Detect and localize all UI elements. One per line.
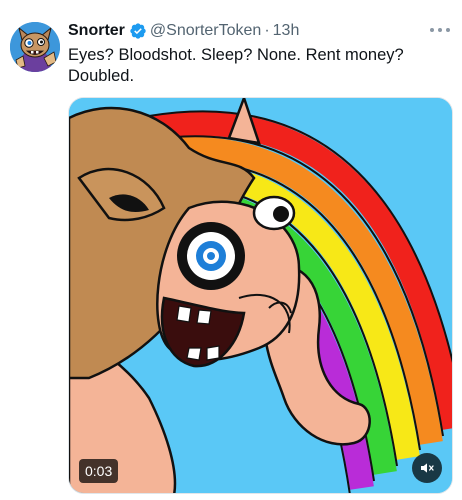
video-duration: 0:03 — [79, 459, 119, 483]
muted-speaker-icon — [421, 463, 434, 473]
tweet-header: Snorter @SnorterToken · 13h — [68, 20, 299, 42]
more-dot — [430, 28, 434, 32]
more-options-icon[interactable] — [430, 22, 450, 38]
author-handle[interactable]: @SnorterToken — [150, 22, 261, 40]
separator-dot: · — [264, 22, 270, 39]
author-display-name[interactable]: Snorter — [68, 22, 125, 40]
cartoon-creature-avatar-icon — [10, 22, 60, 72]
video-player[interactable]: 0:03 — [68, 97, 453, 494]
tweet[interactable]: Snorter @SnorterToken · 13h Eyes? Bloods… — [0, 0, 462, 500]
mute-button[interactable] — [412, 453, 442, 483]
cartoon-llama-rainbow-image — [69, 98, 452, 493]
author-avatar[interactable] — [10, 22, 60, 72]
more-dot — [438, 28, 442, 32]
timestamp[interactable]: 13h — [273, 22, 300, 40]
tweet-text: Eyes? Bloodshot. Sleep? None. Rent money… — [68, 46, 404, 85]
verified-badge-icon — [129, 22, 147, 40]
more-dot — [446, 28, 450, 32]
